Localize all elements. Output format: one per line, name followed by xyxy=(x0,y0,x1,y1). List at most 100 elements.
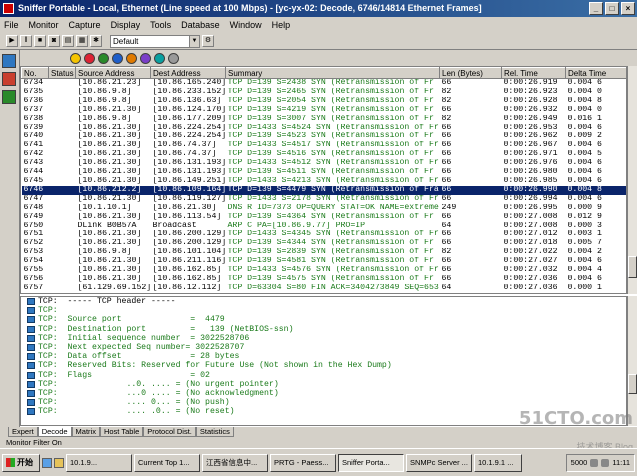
define-filter-icon[interactable]: ▦ xyxy=(76,35,88,47)
detail-line[interactable]: TCP: Destination port = 139 (NetBIOS-ssn… xyxy=(21,325,626,334)
alarm-log-icon[interactable] xyxy=(168,52,179,64)
table-row[interactable]: 6747 [10.86.21.30] [10.86.119.127] TCP D=14… xyxy=(22,195,627,204)
task-button-1[interactable]: 10.1.9... xyxy=(66,453,132,472)
menu-database[interactable]: Database xyxy=(180,20,221,30)
table-row[interactable]: 6736 [10.86.9.8] [10.86.136.63] TCP D=139 S… xyxy=(22,97,627,106)
table-row[interactable]: 6745 [10.86.21.30] [10.86.149.251] TCP D=14… xyxy=(22,177,627,186)
detail-header-line[interactable]: TCP: ----- TCP header ----- xyxy=(21,297,626,306)
table-row-selected[interactable]: 6746 [10.86.212.2] [10.86.109.164] TCP D=13… xyxy=(21,185,626,195)
col-header-len[interactable]: Len (Bytes) xyxy=(439,67,502,79)
detail-scrollbar[interactable] xyxy=(627,296,637,426)
stop-display-icon[interactable]: ◙ xyxy=(48,35,60,47)
table-row[interactable]: 6754 [10.86.21.30] [10.86.211.116] TCP D=13… xyxy=(22,257,627,266)
table-row[interactable]: 6753 [10.86.9.8] [10.86.101.104] TCP D=139 … xyxy=(22,248,627,257)
menu-file[interactable]: File xyxy=(3,20,20,30)
tab-protocol-dist[interactable]: Protocol Dist. xyxy=(143,427,196,437)
select-filter-icon[interactable]: ✱ xyxy=(90,35,102,47)
start-button[interactable]: 开始 xyxy=(2,453,40,472)
table-row[interactable]: 6750 DLink B0B57A Broadcast ARP C PA=[10.86… xyxy=(22,222,627,231)
detail-line[interactable]: TCP: xyxy=(21,306,626,315)
quick-launch-ie-icon[interactable] xyxy=(42,457,52,468)
table-row[interactable]: 6751 [10.86.21.30] [10.86.200.129] TCP D=14… xyxy=(22,230,627,239)
table-row[interactable]: 6740 [10.86.21.30] [10.86.224.254] TCP D=13… xyxy=(22,132,627,141)
table-row[interactable]: 6743 [10.86.21.30] [10.86.131.193] TCP D=14… xyxy=(22,159,627,168)
detail-scroll-thumb[interactable] xyxy=(628,374,637,394)
tab-host-table[interactable]: Host Table xyxy=(99,427,144,437)
detail-line[interactable]: TCP: Initial sequence number = 302252870… xyxy=(21,334,626,343)
quick-launch-folder-icon[interactable] xyxy=(54,457,64,468)
task-button-6[interactable]: SNMPc Server ... xyxy=(406,453,472,472)
col-header-source[interactable]: Source Address xyxy=(75,67,151,79)
global-stats-icon[interactable] xyxy=(154,52,165,64)
menu-display[interactable]: Display xyxy=(110,20,142,30)
col-header-status[interactable]: Status xyxy=(48,67,76,79)
stop-capture-icon[interactable]: ■ xyxy=(34,35,46,47)
tab-expert[interactable]: Expert xyxy=(8,427,38,437)
menu-tools[interactable]: Tools xyxy=(149,20,172,30)
start-capture-icon[interactable]: ▶ xyxy=(6,35,18,47)
task-button-3[interactable]: 江西省信息中... xyxy=(202,453,268,472)
table-row[interactable]: 6741 [10.86.21.30] [10.86.74.37] TCP D=1433… xyxy=(22,141,627,150)
col-header-summary[interactable]: Summary xyxy=(225,67,440,79)
network-tray-icon[interactable] xyxy=(590,458,599,467)
tab-matrix[interactable]: Matrix xyxy=(71,427,100,437)
col-header-no[interactable]: No. xyxy=(21,67,49,79)
detail-line[interactable]: TCP: Data offset = 28 bytes xyxy=(21,352,626,361)
hex-pane-icon[interactable] xyxy=(2,90,16,104)
table-row[interactable]: 6757 [61.129.69.152] [10.86.12.112] TCP D=6… xyxy=(22,284,627,293)
table-row[interactable]: 6756 [10.86.21.30] [10.86.162.85] TCP D=139… xyxy=(22,275,627,284)
table-row[interactable]: 6744 [10.86.21.30] [10.86.131.193] TCP D=13… xyxy=(22,168,627,177)
task-button-7[interactable]: 10.1.9.1 ... xyxy=(474,453,522,472)
summary-scroll-thumb[interactable] xyxy=(628,256,637,278)
detail-line[interactable]: TCP: ..0. .... = (No urgent pointer) xyxy=(21,380,626,389)
col-header-delta-time[interactable]: Delta Time xyxy=(565,67,626,79)
host-table-icon[interactable] xyxy=(84,52,95,64)
detail-line[interactable]: TCP: ...0 .... = (No acknowledgment) xyxy=(21,389,626,398)
tray-clock[interactable]: 11:11 xyxy=(612,458,630,467)
table-row[interactable]: 6735 [10.86.9.8] [10.86.233.152] TCP D=139 … xyxy=(22,88,627,97)
table-row[interactable]: 6755 [10.86.21.30] [10.86.162.85] TCP D=143… xyxy=(22,266,627,275)
summary-pane-icon[interactable] xyxy=(2,54,16,68)
table-row[interactable]: 6758 [10.86.9.8][10.86.101.104]TCP D=139 … xyxy=(22,293,627,294)
menu-window[interactable]: Window xyxy=(229,20,263,30)
protocol-dist-icon[interactable] xyxy=(140,52,151,64)
summary-scrollbar[interactable] xyxy=(627,66,637,294)
table-row[interactable]: 6742 [10.86.21.30] [10.86.74.37] TCP D=139 … xyxy=(22,150,627,159)
table-row[interactable]: 6752 [10.86.21.30] [10.86.200.129] TCP D=13… xyxy=(22,239,627,248)
close-button[interactable]: × xyxy=(621,2,635,15)
chevron-down-icon[interactable]: ▼ xyxy=(189,35,199,47)
filter-settings-icon[interactable]: ⚙ xyxy=(202,35,214,47)
task-button-2[interactable]: Current Top 1... xyxy=(134,453,200,472)
table-row[interactable]: 6737 [10.86.21.30] [10.86.124.170] TCP D=13… xyxy=(22,106,627,115)
table-row[interactable]: 6748 [10.1.10.1] [10.86.21.30] DNS R ID=737… xyxy=(22,204,627,213)
minimize-button[interactable]: _ xyxy=(589,2,603,15)
table-row[interactable]: 6739 [10.86.21.30] [10.86.224.254] TCP D=14… xyxy=(22,124,627,133)
profile-select[interactable]: Default ▼ xyxy=(110,34,200,48)
task-button-sniffer[interactable]: Sniffer Porta... xyxy=(338,453,404,472)
detail-line[interactable]: TCP: Flags = 02 xyxy=(21,371,626,380)
table-row[interactable]: 6734 [10.86.21.23] [10.86.165.240] TCP D=13… xyxy=(22,79,627,88)
volume-tray-icon[interactable] xyxy=(601,458,610,467)
app-response-icon[interactable] xyxy=(112,52,123,64)
detail-line[interactable]: TCP: .... 0... = (No push) xyxy=(21,398,626,407)
maximize-button[interactable]: □ xyxy=(605,2,619,15)
dashboard-icon[interactable] xyxy=(70,52,81,64)
table-row[interactable]: 6738 [10.86.9.8] [10.86.177.209] TCP D=139 … xyxy=(22,115,627,124)
tab-decode[interactable]: Decode xyxy=(37,427,72,437)
matrix-icon[interactable] xyxy=(98,52,109,64)
detail-line[interactable]: TCP: Next expected Seq number= 302252870… xyxy=(21,343,626,352)
col-header-rel-time[interactable]: Rel. Time xyxy=(501,67,566,79)
history-samples-icon[interactable] xyxy=(126,52,137,64)
collapse-tree-icon[interactable] xyxy=(27,298,35,306)
task-button-4[interactable]: PRTG - Paess... xyxy=(270,453,336,472)
col-header-dest[interactable]: Dest Address xyxy=(150,67,226,79)
pause-capture-icon[interactable]: ‖ xyxy=(20,35,32,47)
display-icon[interactable]: ▤ xyxy=(62,35,74,47)
table-row[interactable]: 6749 [10.86.21.30] [10.86.113.54] TCP D=139… xyxy=(22,213,627,222)
menu-capture[interactable]: Capture xyxy=(68,20,102,30)
menu-help[interactable]: Help xyxy=(271,20,292,30)
tab-statistics[interactable]: Statistics xyxy=(195,427,234,437)
detail-line[interactable]: TCP: Reserved Bits: Reserved for Future … xyxy=(21,361,626,370)
detail-pane-icon[interactable] xyxy=(2,72,16,86)
menu-monitor[interactable]: Monitor xyxy=(28,20,60,30)
